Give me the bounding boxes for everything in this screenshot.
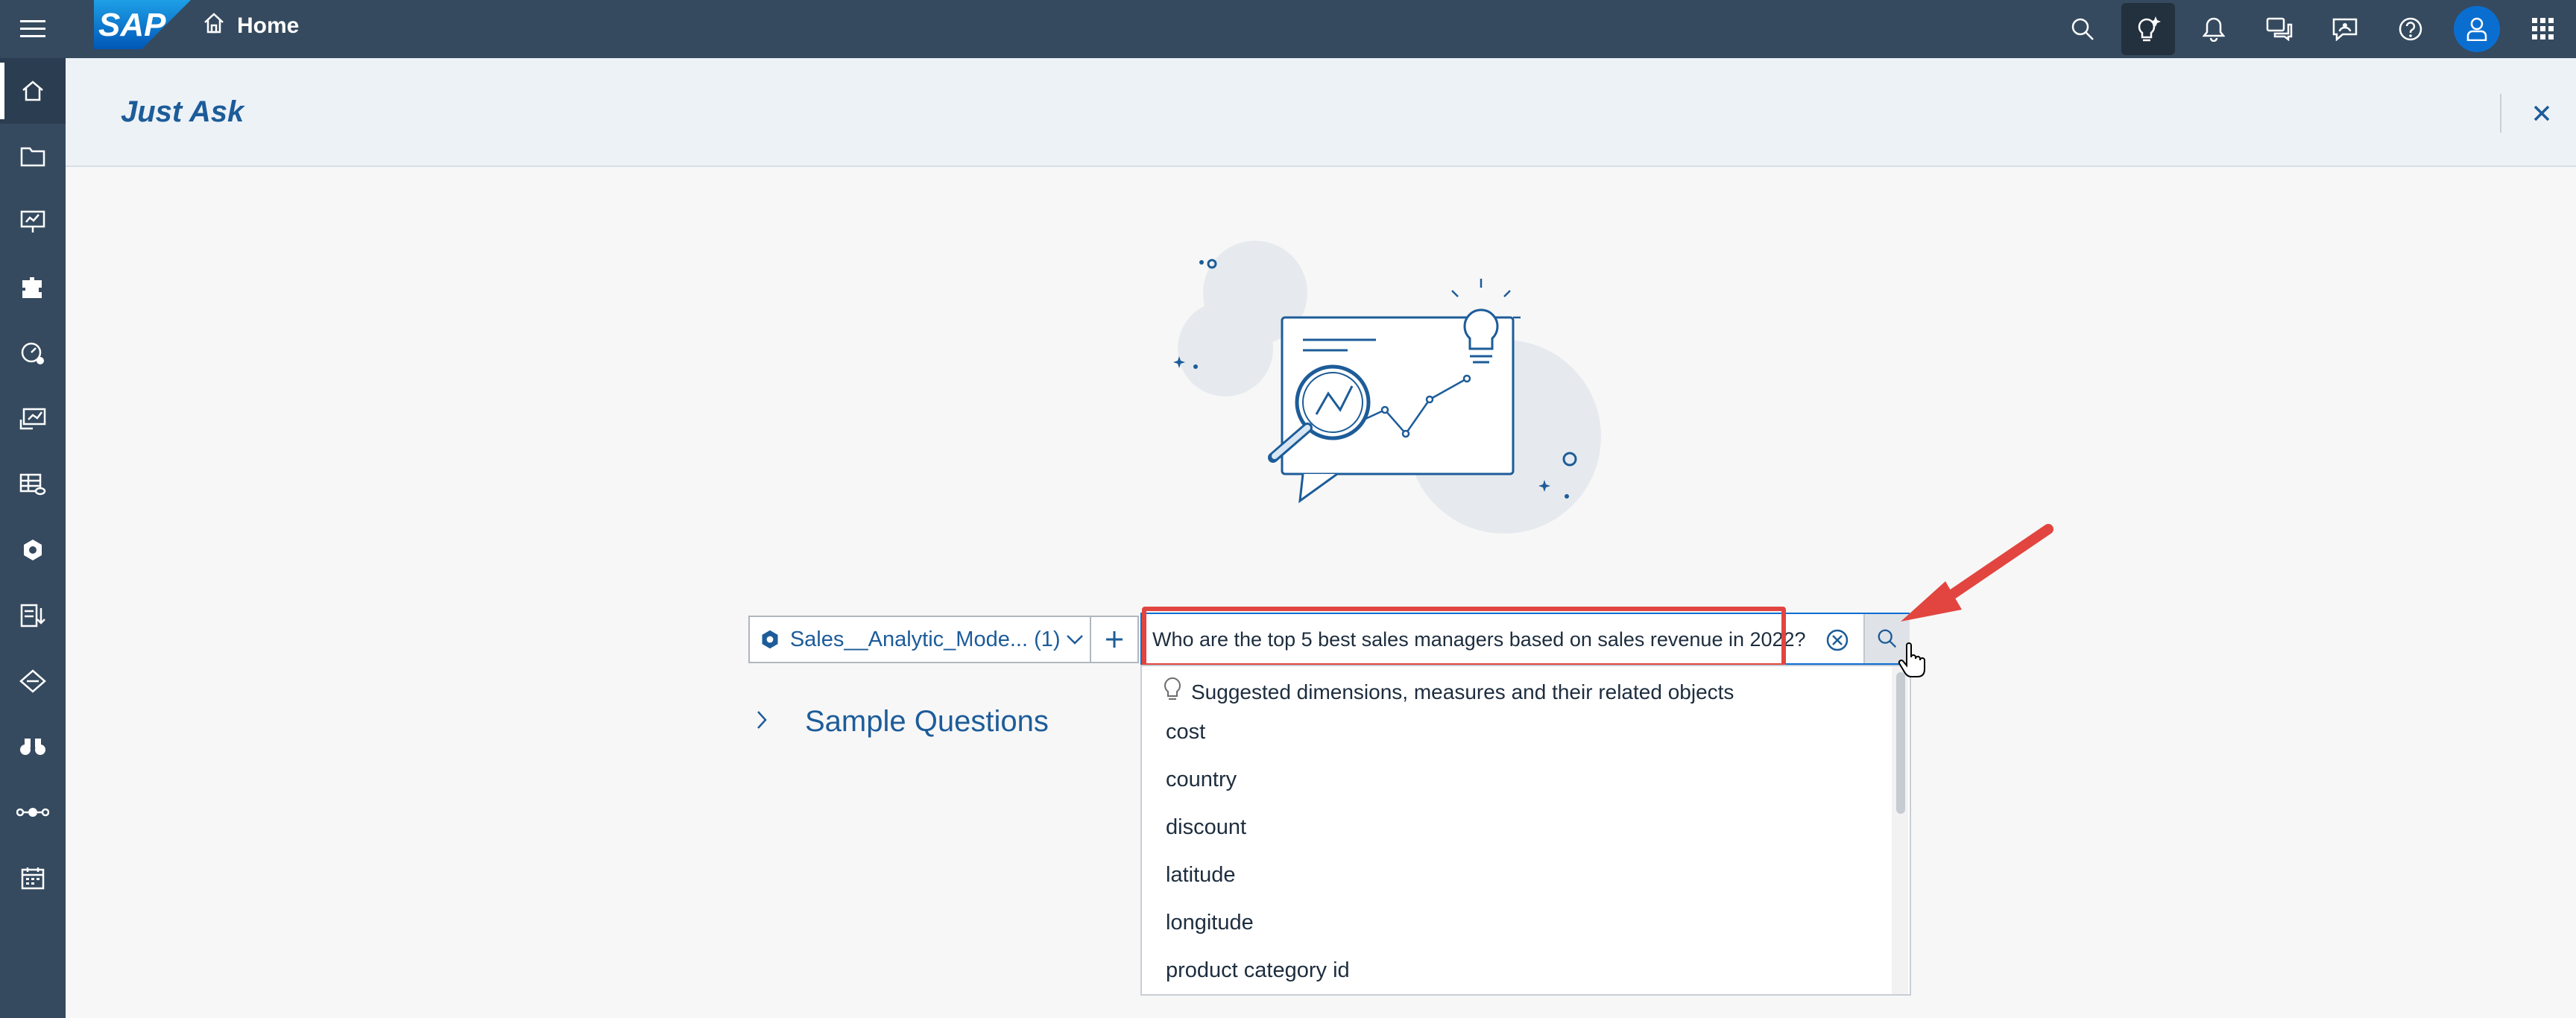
add-model-button[interactable] <box>1091 616 1139 663</box>
nav-explorer-icon[interactable] <box>0 386 66 452</box>
sample-questions-label: Sample Questions <box>805 705 1049 738</box>
home-link[interactable]: Home <box>203 0 299 52</box>
product-switch-icon[interactable] <box>2510 0 2576 58</box>
annotation-highlight-box <box>1142 607 1786 668</box>
nav-data-icon[interactable] <box>0 452 66 517</box>
suggestions-hint-text: Suggested dimensions, measures and their… <box>1191 680 1734 704</box>
scrollbar-thumb[interactable] <box>1896 672 1905 814</box>
sap-logo[interactable]: SAP <box>94 0 191 49</box>
nav-files-icon[interactable] <box>0 124 66 189</box>
user-avatar[interactable] <box>2454 6 2500 52</box>
nav-data-actions-icon[interactable] <box>0 583 66 648</box>
just-ask-content: Sales__Analytic_Mode... (1) Suggested di… <box>66 168 2576 1018</box>
plus-icon <box>1106 631 1123 648</box>
nav-stories-icon[interactable] <box>0 189 66 255</box>
shell-actions <box>2050 0 2576 58</box>
lightbulb-icon <box>1163 677 1182 707</box>
shell-bar: SAP Home <box>0 0 2576 58</box>
just-ask-illustration <box>1173 241 1601 534</box>
feedback-icon[interactable] <box>2312 0 2378 58</box>
chevron-down-icon[interactable] <box>1061 634 1090 645</box>
hand-cursor-icon <box>1898 642 1925 677</box>
nav-connections-icon[interactable] <box>0 648 66 714</box>
just-ask-icon[interactable] <box>2121 3 2175 55</box>
suggestion-item[interactable]: product category id <box>1166 958 1350 983</box>
clear-icon[interactable] <box>1819 623 1856 657</box>
nav-analytic-applications-icon[interactable] <box>0 255 66 320</box>
nav-home-icon[interactable] <box>0 58 66 124</box>
suggestion-item[interactable]: longitude <box>1166 911 1254 935</box>
bell-icon[interactable] <box>2181 0 2247 58</box>
nav-workflow-icon[interactable] <box>0 780 66 845</box>
discussions-icon[interactable] <box>2247 0 2312 58</box>
home-icon <box>203 12 225 40</box>
search-icon[interactable] <box>2050 0 2115 58</box>
search-icon <box>1878 629 1897 648</box>
page-header: Just Ask <box>66 58 2576 167</box>
close-icon[interactable] <box>2521 92 2563 134</box>
model-selector[interactable]: Sales__Analytic_Mode... (1) <box>748 616 1091 663</box>
chevron-right-icon <box>756 709 768 734</box>
page-title: Just Ask <box>121 95 244 128</box>
header-divider <box>2500 94 2501 133</box>
svg-text:SAP: SAP <box>98 7 166 43</box>
suggestion-item[interactable]: cost <box>1166 720 1205 744</box>
nav-modeler-icon[interactable] <box>0 517 66 583</box>
suggestion-item[interactable]: discount <box>1166 815 1246 840</box>
help-icon[interactable] <box>2378 0 2443 58</box>
suggestions-dropdown: Suggested dimensions, measures and their… <box>1140 665 1911 996</box>
nav-search-to-insight-icon[interactable] <box>0 714 66 780</box>
model-icon <box>750 617 790 662</box>
side-navigation <box>0 58 66 1018</box>
nav-calendar-icon[interactable] <box>0 845 66 911</box>
suggestion-item[interactable]: country <box>1166 768 1237 792</box>
nav-digital-boardroom-icon[interactable] <box>0 320 66 386</box>
sample-questions-toggle[interactable]: Sample Questions <box>756 705 1049 739</box>
suggestions-hint: Suggested dimensions, measures and their… <box>1163 677 1734 707</box>
menu-icon[interactable] <box>0 0 66 58</box>
model-label: Sales__Analytic_Mode... (1) <box>789 627 1061 651</box>
home-label: Home <box>237 13 300 38</box>
annotation-arrow <box>1901 524 2053 622</box>
suggestion-item[interactable]: latitude <box>1166 863 1236 888</box>
